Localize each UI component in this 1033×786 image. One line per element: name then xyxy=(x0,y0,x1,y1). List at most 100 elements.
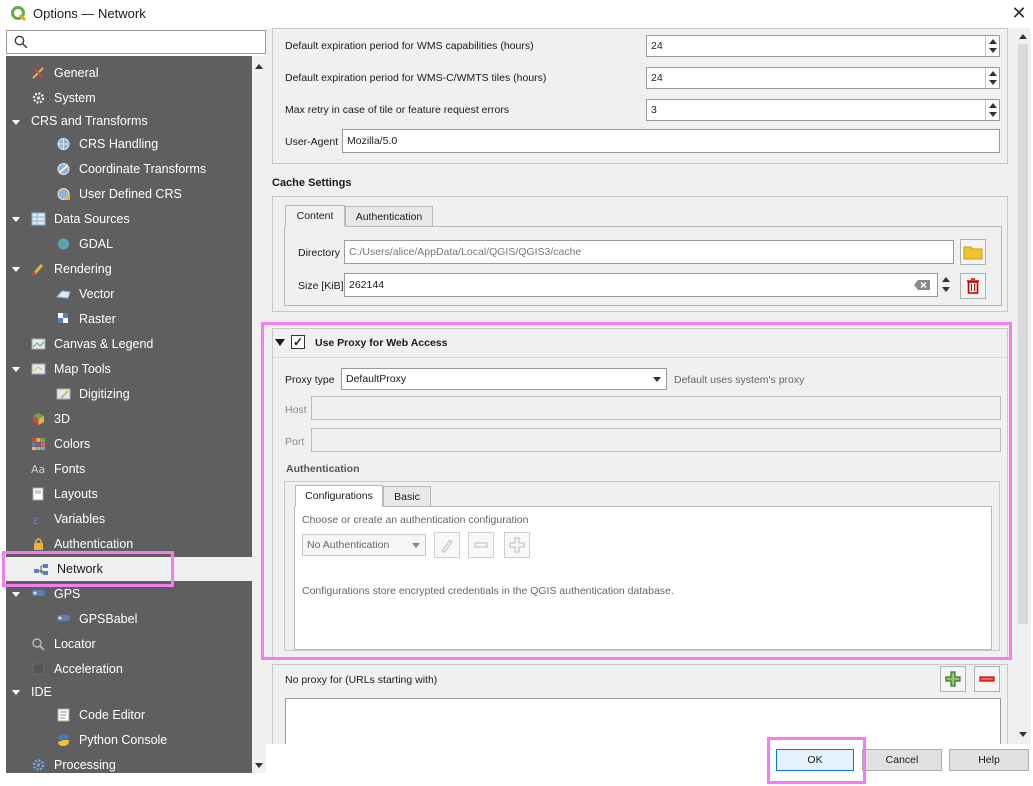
sidebar-item-ide[interactable]: IDE xyxy=(6,680,252,704)
cache-size-input[interactable]: 262144 xyxy=(344,273,938,297)
clear-field-icon[interactable] xyxy=(913,279,931,291)
sidebar-item-vector[interactable]: Vector xyxy=(6,282,252,306)
sidebar-item-label: Coordinate Transforms xyxy=(79,162,207,176)
sidebar-item-label: Variables xyxy=(54,512,106,526)
layout-icon xyxy=(32,487,44,501)
user-agent-input[interactable]: Mozilla/5.0 xyxy=(342,129,1000,153)
sidebar-item-digitizing[interactable]: Digitizing xyxy=(6,382,252,406)
scroll-up-icon[interactable] xyxy=(255,64,263,69)
spin-down-icon[interactable] xyxy=(989,112,997,117)
sidebar-item-map-tools[interactable]: Map Tools xyxy=(6,357,252,381)
cache-settings-title: Cache Settings xyxy=(272,177,352,189)
sidebar-item-label: Acceleration xyxy=(54,662,123,676)
sidebar-item-coordinate-transforms[interactable]: Coordinate Transforms xyxy=(6,157,252,181)
sidebar-item-label: Processing xyxy=(54,758,116,772)
svg-text:Aa: Aa xyxy=(31,463,45,476)
sidebar-item-python-console[interactable]: Python Console xyxy=(6,728,252,752)
sidebar-item-label: Map Tools xyxy=(54,362,111,376)
search-input[interactable] xyxy=(6,30,266,54)
sidebar-item-canvas-legend[interactable]: Canvas & Legend xyxy=(6,332,252,356)
sidebar-item-label: Python Console xyxy=(79,733,168,747)
add-no-proxy-button[interactable] xyxy=(940,666,966,692)
gps-icon xyxy=(32,590,45,596)
wmts-tiles-spinbox[interactable]: 24 xyxy=(646,67,1000,89)
sidebar-item-3d[interactable]: 3D xyxy=(6,407,252,431)
scroll-up-icon[interactable] xyxy=(1019,34,1027,39)
spin-down-icon[interactable] xyxy=(942,287,950,292)
spin-up-icon[interactable] xyxy=(989,71,997,76)
code-icon xyxy=(57,708,70,722)
clear-cache-button[interactable] xyxy=(960,273,986,299)
sidebar-item-label: Vector xyxy=(79,287,115,301)
gdal-globe-icon xyxy=(58,238,69,250)
sidebar-item-layouts[interactable]: Layouts xyxy=(6,482,252,506)
sidebar-item-crs-and-transforms[interactable]: CRS and Transforms xyxy=(6,109,252,133)
tab-cache-content[interactable]: Content xyxy=(285,205,345,227)
spinbox-buttons[interactable] xyxy=(985,100,999,120)
scrollbar-thumb[interactable] xyxy=(1018,44,1028,624)
sidebar-item-raster[interactable]: Raster xyxy=(6,307,252,331)
sidebar-item-label: Digitizing xyxy=(79,387,130,401)
sidebar-item-rendering[interactable]: Rendering xyxy=(6,257,252,281)
spinbox-buttons[interactable] xyxy=(985,68,999,88)
directory-label: Directory xyxy=(298,247,341,259)
scroll-down-icon[interactable] xyxy=(255,763,263,768)
map-tools-icon xyxy=(31,363,46,375)
spinbox-value: 24 xyxy=(651,72,663,84)
help-button[interactable]: Help xyxy=(949,749,1029,771)
spin-down-icon[interactable] xyxy=(989,48,997,53)
minus-icon xyxy=(979,676,995,682)
font-icon: Aa xyxy=(31,463,45,476)
no-proxy-list[interactable] xyxy=(285,698,1001,744)
gear-icon xyxy=(32,92,45,104)
sidebar-item-user-defined-crs[interactable]: User Defined CRS xyxy=(6,182,252,206)
sidebar-item-label: General xyxy=(54,66,99,80)
spin-up-icon[interactable] xyxy=(942,277,950,282)
sidebar-item-variables[interactable]: ε Variables xyxy=(6,507,252,531)
sidebar-item-label: User Defined CRS xyxy=(79,187,182,201)
sidebar-item-processing[interactable]: Processing xyxy=(6,753,252,773)
sidebar-item-acceleration[interactable]: Acceleration xyxy=(6,657,252,681)
spin-down-icon[interactable] xyxy=(989,80,997,85)
sidebar-item-label: Colors xyxy=(54,437,91,451)
sidebar-item-fonts[interactable]: Aa Fonts xyxy=(6,457,252,481)
close-icon[interactable]: ✕ xyxy=(1010,3,1028,23)
sidebar-item-label: System xyxy=(54,91,96,105)
max-retry-spinbox[interactable]: 3 xyxy=(646,99,1000,121)
sidebar-item-locator[interactable]: Locator xyxy=(6,632,252,656)
sidebar-item-label: Code Editor xyxy=(79,708,146,722)
sidebar-item-gdal[interactable]: GDAL xyxy=(6,232,252,256)
globe-user-icon xyxy=(57,188,70,200)
sidebar-item-crs-handling[interactable]: CRS Handling xyxy=(6,132,252,156)
sidebar-item-gpsbabel[interactable]: GPSBabel xyxy=(6,607,252,631)
spinbox-buttons[interactable] xyxy=(985,36,999,56)
browse-folder-button[interactable] xyxy=(960,239,986,265)
user-agent-label: User-Agent xyxy=(285,136,339,148)
remove-no-proxy-button[interactable] xyxy=(974,666,1000,692)
sidebar-item-label: Raster xyxy=(79,312,116,326)
no-proxy-label: No proxy for (URLs starting with) xyxy=(285,674,438,686)
sidebar-item-data-sources[interactable]: Data Sources xyxy=(6,207,252,231)
cache-size-spinner[interactable] xyxy=(938,274,954,296)
cancel-button[interactable]: Cancel xyxy=(862,749,942,771)
wmts-tiles-label: Default expiration period for WMS-C/WMTS… xyxy=(285,72,547,84)
cache-directory-input[interactable]: C:/Users/alice/AppData/Local/QGIS/QGIS3/… xyxy=(344,240,954,264)
size-label: Size [KiB] xyxy=(298,280,344,292)
spin-up-icon[interactable] xyxy=(989,39,997,44)
wms-capabilities-spinbox[interactable]: 24 xyxy=(646,35,1000,57)
sidebar-item-label: CRS Handling xyxy=(79,137,159,151)
highlight-proxy-section xyxy=(261,322,1012,660)
sidebar-item-code-editor[interactable]: Code Editor xyxy=(6,703,252,727)
spin-up-icon[interactable] xyxy=(989,103,997,108)
spinbox-value: 24 xyxy=(651,40,663,52)
sidebar-item-label: 3D xyxy=(54,412,70,426)
scroll-down-icon[interactable] xyxy=(1019,732,1027,737)
chip-icon xyxy=(32,663,45,675)
sidebar-item-system[interactable]: System xyxy=(6,86,252,110)
search-icon xyxy=(14,35,28,49)
sidebar: General System CRS and Transforms CRS Ha… xyxy=(6,56,252,773)
tab-cache-authentication[interactable]: Authentication xyxy=(345,206,433,227)
sidebar-item-colors[interactable]: Colors xyxy=(6,432,252,456)
brush-icon xyxy=(31,264,44,276)
sidebar-item-general[interactable]: General xyxy=(6,61,252,85)
